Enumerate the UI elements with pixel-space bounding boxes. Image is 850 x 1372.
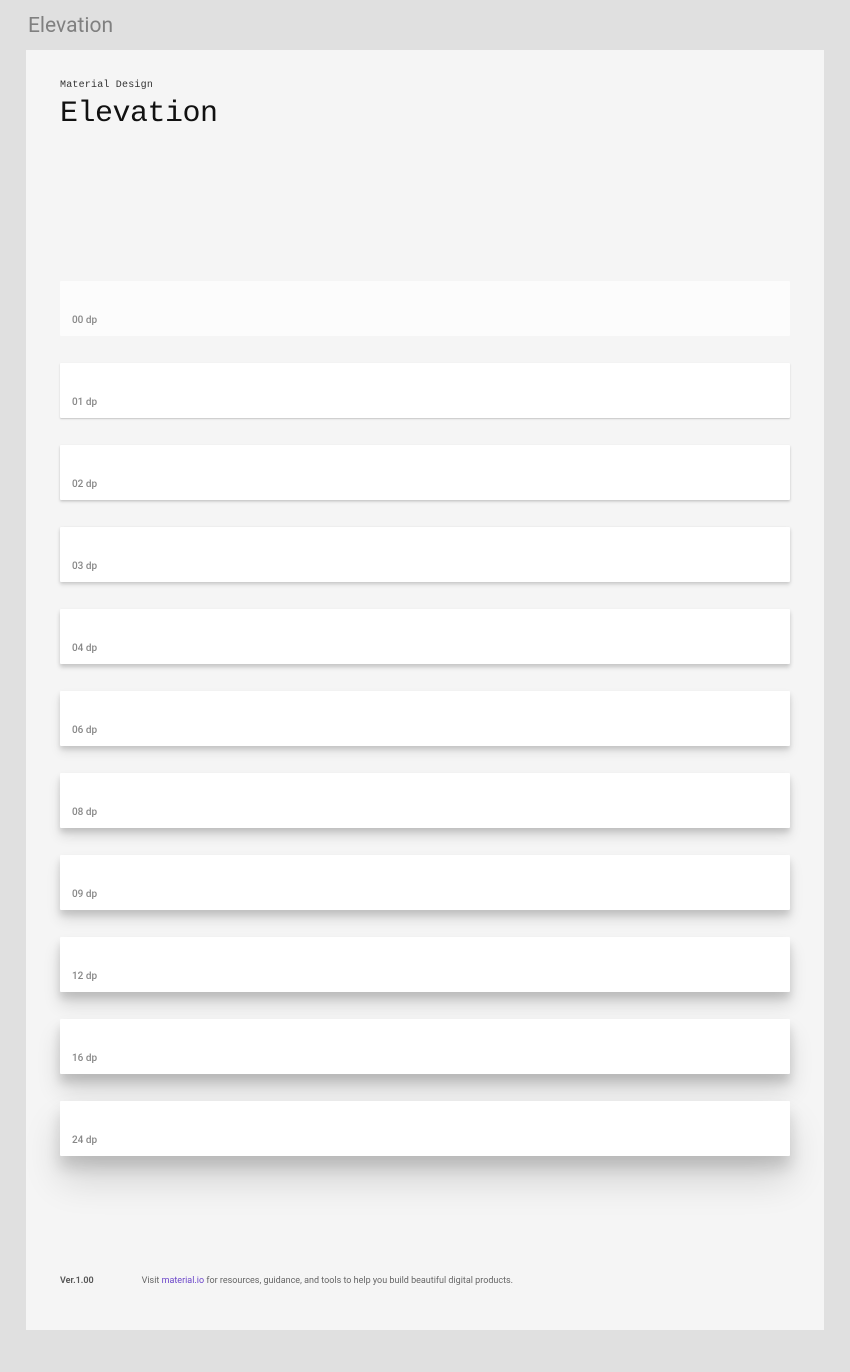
elevation-card-label: 02 dp (72, 479, 97, 490)
elevation-card: 00 dp (60, 281, 790, 336)
elevation-card: 02 dp (60, 445, 790, 500)
footer-version: Ver.1.00 (60, 1276, 94, 1286)
elevation-card-label: 04 dp (72, 643, 97, 654)
elevation-card-label: 08 dp (72, 807, 97, 818)
elevation-card: 12 dp (60, 937, 790, 992)
elevation-cards-list: 00 dp 01 dp 02 dp 03 dp 04 dp 06 dp 08 dp 09 dp… (60, 281, 790, 1156)
elevation-card: 09 dp (60, 855, 790, 910)
footer-text-before: Visit (142, 1276, 162, 1286)
page-title: Elevation (60, 97, 790, 131)
footer-text: Visit material.io for resources, guidanc… (142, 1276, 513, 1286)
elevation-card-label: 12 dp (72, 971, 97, 982)
elevation-card: 08 dp (60, 773, 790, 828)
footer: Ver.1.00 Visit material.io for resources… (60, 1276, 790, 1286)
elevation-card: 16 dp (60, 1019, 790, 1074)
elevation-card: 06 dp (60, 691, 790, 746)
elevation-card: 03 dp (60, 527, 790, 582)
elevation-card-label: 24 dp (72, 1135, 97, 1146)
elevation-card-label: 01 dp (72, 397, 97, 408)
header-overline: Material Design (60, 80, 790, 91)
outer-title: Elevation (0, 0, 850, 50)
footer-text-after: for resources, guidance, and tools to he… (204, 1276, 513, 1286)
elevation-card-label: 09 dp (72, 889, 97, 900)
elevation-card-label: 06 dp (72, 725, 97, 736)
elevation-card: 04 dp (60, 609, 790, 664)
elevation-card-label: 16 dp (72, 1053, 97, 1064)
footer-link[interactable]: material.io (162, 1276, 205, 1286)
elevation-card: 01 dp (60, 363, 790, 418)
elevation-card-label: 00 dp (72, 315, 97, 326)
elevation-card: 24 dp (60, 1101, 790, 1156)
elevation-card-label: 03 dp (72, 561, 97, 572)
page-container: Material Design Elevation 00 dp 01 dp 02 d… (26, 50, 824, 1330)
